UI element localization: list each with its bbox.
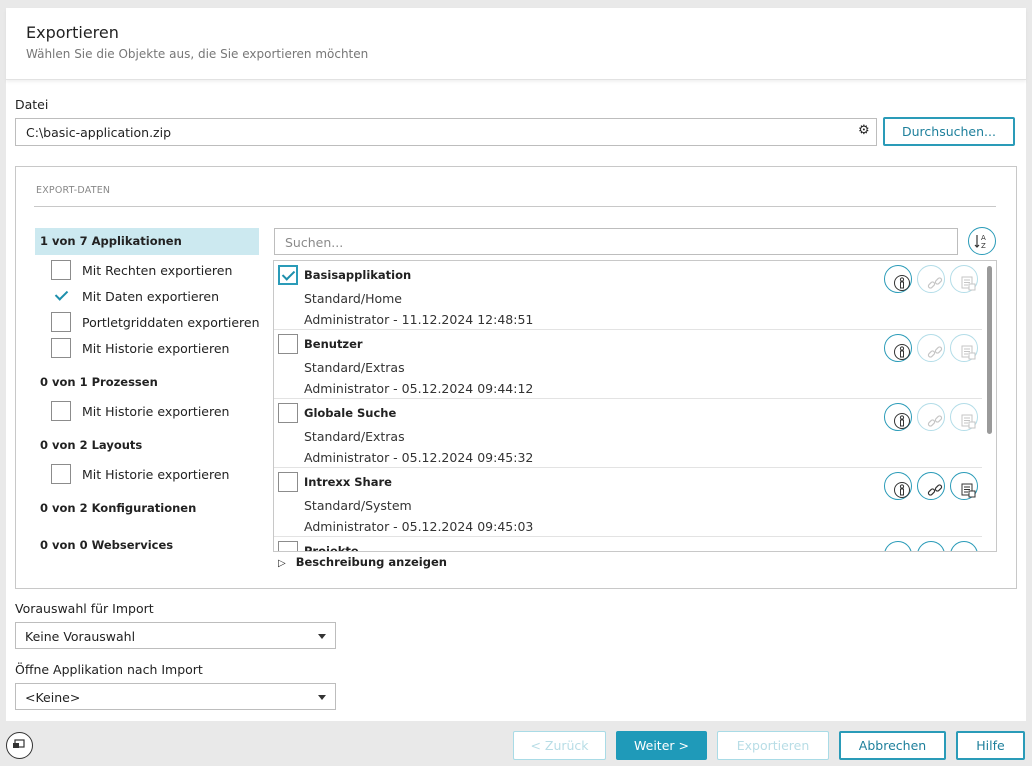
item-name: Projekte xyxy=(304,544,359,552)
cancel-button[interactable]: Abbrechen xyxy=(839,731,946,760)
option-rights-label: Mit Rechten exportieren xyxy=(82,263,233,278)
item-name: Globale Suche xyxy=(304,406,397,420)
option-history-apps-label: Mit Historie exportieren xyxy=(82,341,230,356)
rights-button[interactable] xyxy=(884,265,912,293)
list-item[interactable]: Basisapplikation Standard/Home Administrat… xyxy=(274,261,982,330)
checkmark-icon xyxy=(281,267,296,281)
sort-az-button[interactable]: A Z xyxy=(968,227,996,255)
item-checkbox[interactable] xyxy=(278,334,298,354)
export-data-panel: EXPORT-DATEN 1 von 7 Applikationen Mit R… xyxy=(15,166,1017,589)
open-app-dropdown[interactable]: <Keine> xyxy=(15,683,336,710)
list-item[interactable]: Projekte xyxy=(274,537,982,552)
item-name: Intrexx Share xyxy=(304,475,392,489)
preselect-label: Vorauswahl für Import xyxy=(15,601,154,616)
dropdown-arrow-icon xyxy=(318,695,326,700)
item-meta: Administrator - 05.12.2024 09:44:12 xyxy=(304,381,534,396)
rights-button[interactable] xyxy=(884,472,912,500)
list-item[interactable]: Benutzer Standard/Extras Administrator - 0… xyxy=(274,330,982,399)
file-label: Datei xyxy=(15,97,49,112)
data-button[interactable] xyxy=(950,541,978,551)
option-rights-checkbox[interactable] xyxy=(51,260,71,280)
sort-az-icon: A Z xyxy=(974,234,986,250)
option-portletgrid-label: Portletgriddaten exportieren xyxy=(82,315,260,330)
item-checkbox[interactable] xyxy=(278,541,298,551)
group-processes[interactable]: 0 von 1 Prozessen xyxy=(35,369,259,396)
group-applications[interactable]: 1 von 7 Applikationen xyxy=(35,228,259,255)
option-history-processes-label: Mit Historie exportieren xyxy=(82,404,230,419)
window-mode-button[interactable] xyxy=(6,732,33,759)
search-placeholder: Suchen... xyxy=(285,235,344,250)
dialog-subtitle: Wählen Sie die Objekte aus, die Sie expo… xyxy=(26,47,369,61)
description-toggle-label: Beschreibung anzeigen xyxy=(295,555,447,569)
item-name: Basisapplikation xyxy=(304,268,412,282)
export-dialog: Exportieren Wählen Sie die Objekte aus, … xyxy=(6,8,1026,721)
option-history-layouts-label: Mit Historie exportieren xyxy=(82,467,230,482)
export-data-legend: EXPORT-DATEN xyxy=(36,185,111,196)
group-configurations[interactable]: 0 von 2 Konfigurationen xyxy=(35,495,259,522)
file-path-value: C:\basic-application.zip xyxy=(26,125,172,140)
rights-button[interactable] xyxy=(884,541,912,551)
legend-divider xyxy=(34,206,996,207)
search-input[interactable]: Suchen... xyxy=(274,228,958,255)
open-app-label: Öffne Applikation nach Import xyxy=(15,662,203,677)
application-list: Basisapplikation Standard/Home Administrat… xyxy=(273,260,997,552)
help-button[interactable]: Hilfe xyxy=(956,731,1025,760)
link-button[interactable] xyxy=(917,403,945,431)
rights-button[interactable] xyxy=(884,403,912,431)
list-scrollbar[interactable] xyxy=(987,266,992,434)
item-checkbox[interactable] xyxy=(278,472,298,492)
item-name: Benutzer xyxy=(304,337,363,351)
list-item[interactable]: Intrexx Share Standard/System Administrato… xyxy=(274,468,982,537)
item-path: Standard/System xyxy=(304,498,412,513)
rights-button[interactable] xyxy=(884,334,912,362)
item-meta: Administrator - 05.12.2024 09:45:32 xyxy=(304,450,534,465)
link-button[interactable] xyxy=(917,541,945,551)
item-path: Standard/Extras xyxy=(304,360,405,375)
option-data-label: Mit Daten exportieren xyxy=(82,289,220,304)
option-data-checkbox[interactable] xyxy=(51,286,71,306)
group-layouts[interactable]: 0 von 2 Layouts xyxy=(35,432,259,459)
gear-icon[interactable]: ⚙ xyxy=(858,123,870,138)
preselect-value: Keine Vorauswahl xyxy=(25,629,136,644)
dialog-title: Exportieren xyxy=(26,23,119,42)
item-checkbox[interactable] xyxy=(278,403,298,423)
data-button[interactable] xyxy=(950,265,978,293)
group-webservices[interactable]: 0 von 0 Webservices xyxy=(35,532,259,559)
data-button[interactable] xyxy=(950,334,978,362)
file-path-field[interactable]: C:\basic-application.zip ⚙ xyxy=(15,118,877,146)
checkmark-icon xyxy=(54,287,69,301)
item-checkbox[interactable] xyxy=(278,265,298,285)
item-path: Standard/Extras xyxy=(304,429,405,444)
browse-button[interactable]: Durchsuchen... xyxy=(883,117,1015,146)
next-button[interactable]: Weiter > xyxy=(616,731,707,760)
option-history-processes-checkbox[interactable] xyxy=(51,401,71,421)
option-history-apps-checkbox[interactable] xyxy=(51,338,71,358)
item-meta: Administrator - 11.12.2024 12:48:51 xyxy=(304,312,534,327)
link-button[interactable] xyxy=(917,265,945,293)
back-button[interactable]: < Zurück xyxy=(513,731,606,760)
option-history-layouts-checkbox[interactable] xyxy=(51,464,71,484)
triangle-right-icon: ▷ xyxy=(278,558,286,569)
data-button[interactable] xyxy=(950,403,978,431)
item-path: Standard/Home xyxy=(304,291,402,306)
list-item[interactable]: Globale Suche Standard/Extras Administrato… xyxy=(274,399,982,468)
link-button[interactable] xyxy=(917,334,945,362)
dialog-header: Exportieren Wählen Sie die Objekte aus, … xyxy=(6,8,1026,80)
preselect-dropdown[interactable]: Keine Vorauswahl xyxy=(15,622,336,649)
svg-text:A: A xyxy=(981,234,986,242)
data-button[interactable] xyxy=(950,472,978,500)
svg-text:Z: Z xyxy=(981,242,986,250)
item-meta: Administrator - 05.12.2024 09:45:03 xyxy=(304,519,534,534)
option-portletgrid-checkbox[interactable] xyxy=(51,312,71,332)
description-toggle[interactable]: ▷ Beschreibung anzeigen xyxy=(278,555,447,569)
export-button[interactable]: Exportieren xyxy=(717,731,829,760)
window-icon xyxy=(13,739,25,748)
link-button[interactable] xyxy=(917,472,945,500)
open-app-value: <Keine> xyxy=(25,690,81,705)
dropdown-arrow-icon xyxy=(318,634,326,639)
